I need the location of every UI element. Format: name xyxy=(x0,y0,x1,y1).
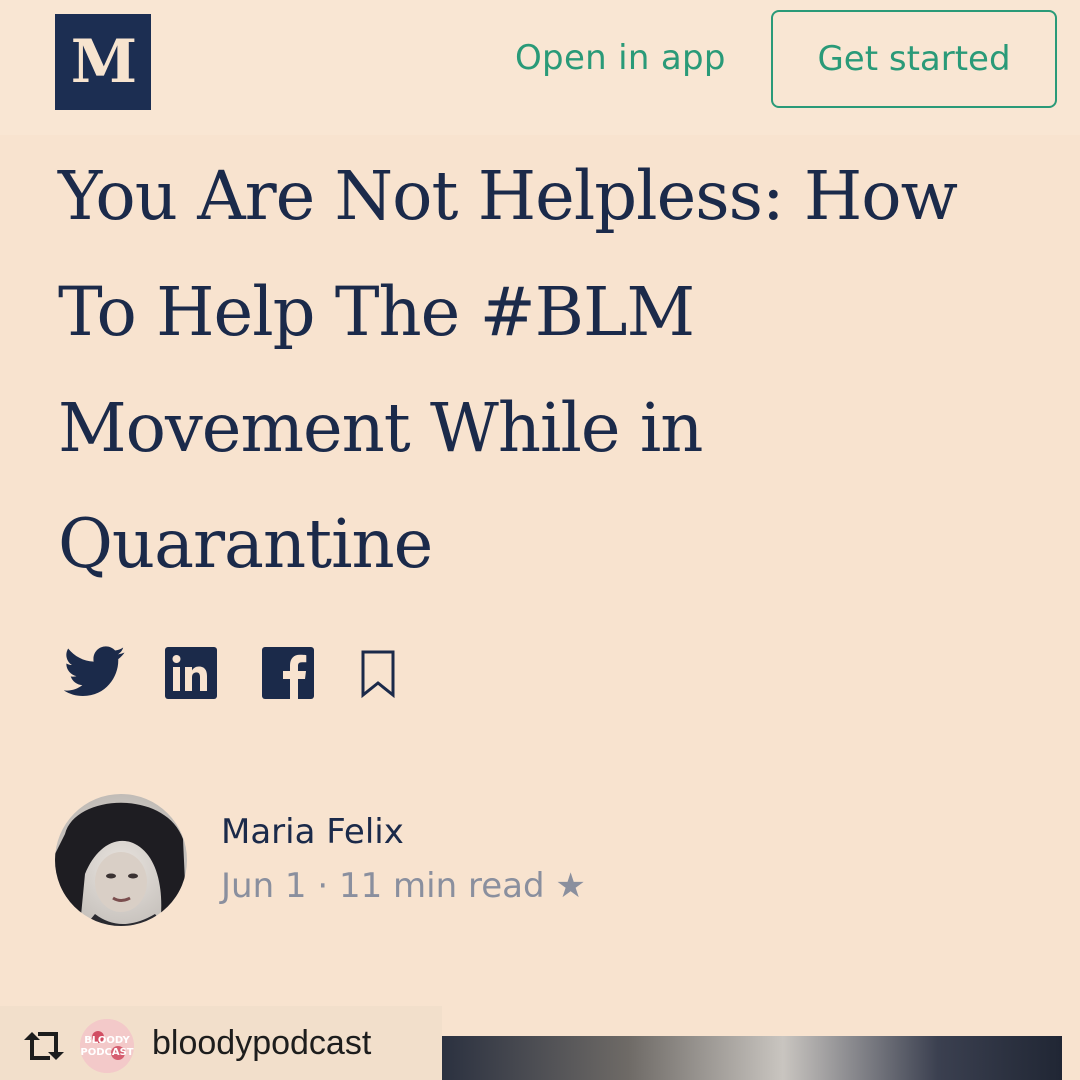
author-photo xyxy=(55,794,187,926)
article-title: You Are Not Helpless: How To Help The #B… xyxy=(58,157,958,583)
facebook-icon[interactable] xyxy=(261,646,315,700)
post-meta: Jun 1 · 11 min read ★ xyxy=(221,866,586,906)
linkedin-icon[interactable] xyxy=(164,646,218,700)
top-bar: M Open in app Get started xyxy=(0,0,1080,135)
svg-text:PODCAST: PODCAST xyxy=(80,1047,133,1058)
repost-bar: BLOODY PODCAST bloodypodcast xyxy=(0,1006,442,1080)
svg-text:BLOODY: BLOODY xyxy=(84,1035,130,1046)
medium-logo[interactable]: M xyxy=(55,14,151,110)
article-hero-image xyxy=(442,1036,1062,1080)
bookmark-icon[interactable] xyxy=(360,649,396,699)
get-started-button[interactable]: Get started xyxy=(771,10,1057,108)
open-in-app-link[interactable]: Open in app xyxy=(515,38,726,78)
author-name[interactable]: Maria Felix xyxy=(221,812,404,852)
repost-icon xyxy=(24,1032,64,1060)
twitter-icon[interactable] xyxy=(64,646,126,698)
author-avatar[interactable] xyxy=(55,794,187,926)
bloodypodcast-avatar[interactable]: BLOODY PODCAST xyxy=(80,1019,134,1073)
bloodypodcast-logo: BLOODY PODCAST xyxy=(80,1019,134,1073)
repost-username[interactable]: bloodypodcast xyxy=(152,1024,371,1063)
